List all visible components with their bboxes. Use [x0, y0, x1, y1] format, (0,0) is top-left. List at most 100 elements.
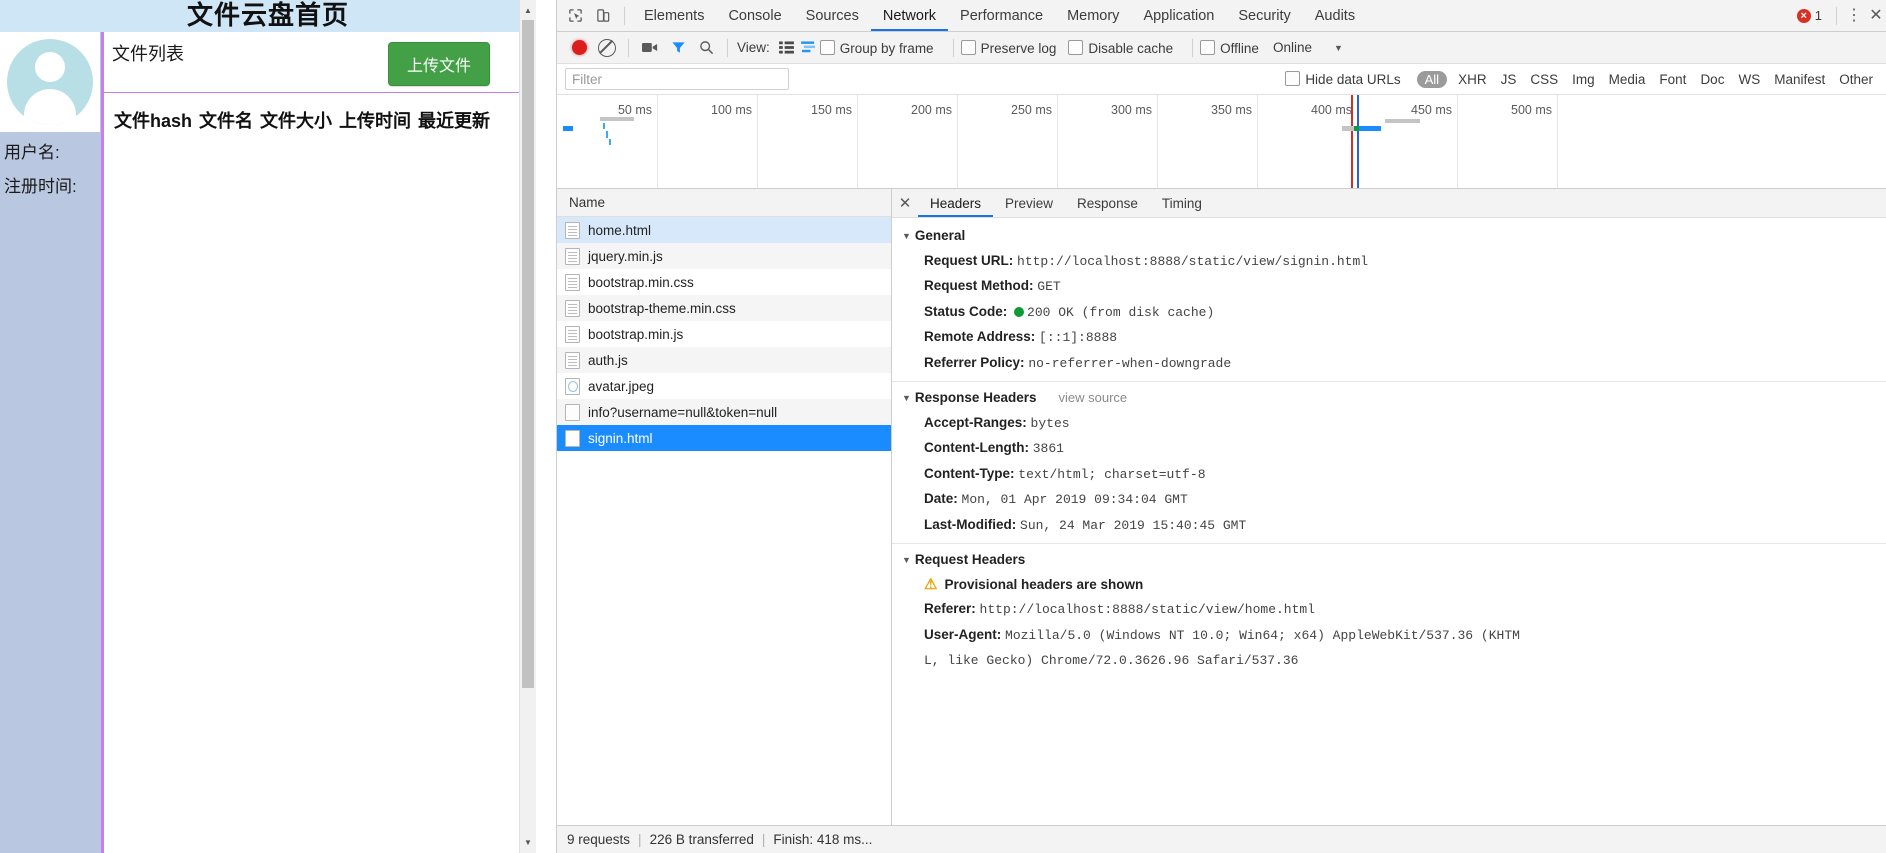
scrollbar-thumb[interactable]: [522, 20, 534, 688]
timeline-tick-100: 100 ms: [711, 103, 752, 117]
checkbox-icon: [960, 39, 976, 55]
chevron-down-icon[interactable]: ▼: [1334, 43, 1343, 53]
table-row[interactable]: avatar.jpeg: [557, 373, 891, 399]
close-icon[interactable]: ✕: [892, 194, 918, 212]
filter-type-all[interactable]: All: [1416, 70, 1448, 88]
warning-icon: ⚠: [924, 575, 938, 593]
filter-type-other[interactable]: Other: [1839, 72, 1873, 87]
detail-tab-timing[interactable]: Timing: [1150, 190, 1214, 217]
file-list-title: 文件列表: [112, 44, 184, 64]
close-devtools-icon[interactable]: ✕: [1865, 7, 1886, 23]
device-toolbar-icon[interactable]: [589, 3, 617, 29]
column-upload-time: 上传时间: [339, 111, 412, 131]
overview-request-mark: [563, 126, 573, 131]
table-row[interactable]: signin.html: [557, 425, 891, 451]
table-row[interactable]: auth.js: [557, 347, 891, 373]
clear-button[interactable]: [593, 35, 621, 61]
table-row[interactable]: bootstrap.min.js: [557, 321, 891, 347]
disable-cache-checkbox[interactable]: Disable cache: [1068, 39, 1174, 56]
page-scrollbar[interactable]: ▲ ▼: [519, 0, 536, 853]
offline-checkbox[interactable]: Offline: [1200, 39, 1259, 56]
timeline-tick-450: 450 ms: [1411, 103, 1452, 117]
filter-type-font[interactable]: Font: [1659, 72, 1686, 87]
filter-type-img[interactable]: Img: [1572, 72, 1595, 87]
response-headers-title: Response Headers: [914, 390, 1037, 405]
request-list-body: home.html jquery.min.js bootstrap.min.cs…: [557, 217, 891, 825]
detail-tab-headers[interactable]: Headers: [918, 190, 993, 217]
tab-security[interactable]: Security: [1226, 1, 1302, 31]
filter-type-js[interactable]: JS: [1501, 72, 1517, 87]
response-headers-section-header[interactable]: ▼ Response Headers view source: [902, 386, 1886, 411]
tab-memory[interactable]: Memory: [1055, 1, 1131, 31]
checkbox-icon: [1285, 71, 1301, 86]
clear-icon: [598, 38, 616, 57]
filter-type-media[interactable]: Media: [1609, 72, 1646, 87]
section-divider: [892, 381, 1886, 382]
filter-type-manifest[interactable]: Manifest: [1774, 72, 1825, 87]
filter-input[interactable]: [565, 68, 789, 90]
header-value: 3861: [1032, 441, 1064, 456]
capture-screenshots-button[interactable]: [636, 35, 664, 61]
header-row: Request URL: http://localhost:8888/stati…: [902, 249, 1886, 275]
timeline-tick-300: 300 ms: [1111, 103, 1152, 117]
header-name: Accept-Ranges:: [924, 414, 1027, 430]
error-badge[interactable]: × 1: [1796, 8, 1822, 23]
table-row[interactable]: bootstrap-theme.min.css: [557, 295, 891, 321]
network-status-bar: 9 requests | 226 B transferred | Finish:…: [557, 825, 1886, 853]
tab-audits[interactable]: Audits: [1303, 1, 1367, 31]
hide-data-urls-checkbox[interactable]: Hide data URLs: [1285, 71, 1401, 87]
header-value: Mozilla/5.0 (Windows NT 10.0; Win64; x64…: [1005, 627, 1520, 643]
inspect-element-icon[interactable]: [561, 3, 589, 29]
view-list-icon[interactable]: [776, 38, 798, 58]
network-overview-timeline[interactable]: 50 ms 100 ms 150 ms 200 ms 250 ms 300 ms…: [557, 95, 1886, 189]
tab-console[interactable]: Console: [716, 1, 793, 31]
request-name: bootstrap.min.js: [588, 326, 684, 342]
request-list-column-header[interactable]: Name: [557, 189, 891, 217]
tab-sources[interactable]: Sources: [794, 1, 871, 31]
header-value: no-referrer-when-downgrade: [1028, 355, 1232, 371]
filter-type-css[interactable]: CSS: [1530, 72, 1558, 87]
request-name: auth.js: [588, 352, 628, 368]
header-name: User-Agent:: [924, 626, 1002, 642]
timeline-tick-50: 50 ms: [617, 103, 652, 117]
scroll-down-arrow-icon[interactable]: ▼: [520, 834, 536, 851]
filter-type-ws[interactable]: WS: [1738, 72, 1760, 87]
table-row[interactable]: info?username=null&token=null: [557, 399, 891, 425]
more-options-icon[interactable]: ⋮: [1843, 7, 1865, 23]
search-button[interactable]: [692, 35, 720, 61]
column-file-size: 文件大小: [260, 111, 333, 131]
disable-cache-label: Disable cache: [1088, 40, 1174, 56]
header-name: Request URL:: [924, 252, 1014, 268]
record-button[interactable]: [565, 35, 593, 61]
general-section-header[interactable]: ▼ General: [902, 224, 1886, 249]
view-source-link[interactable]: view source: [1058, 386, 1127, 411]
triangle-down-icon: ▼: [902, 393, 911, 403]
filter-type-xhr[interactable]: XHR: [1458, 72, 1487, 87]
preserve-log-checkbox[interactable]: Preserve log: [960, 39, 1056, 56]
scroll-up-arrow-icon[interactable]: ▲: [520, 2, 536, 19]
detail-tab-response[interactable]: Response: [1065, 190, 1150, 217]
tab-performance[interactable]: Performance: [948, 1, 1055, 31]
group-by-frame-checkbox[interactable]: Group by frame: [819, 39, 934, 56]
devtools-panel: Elements Console Sources Network Perform…: [556, 0, 1886, 853]
table-row[interactable]: jquery.min.js: [557, 243, 891, 269]
request-headers-section-header[interactable]: ▼ Request Headers: [902, 548, 1886, 573]
tab-elements[interactable]: Elements: [632, 1, 716, 31]
tab-network[interactable]: Network: [871, 1, 948, 31]
view-waterfall-icon[interactable]: [798, 38, 820, 58]
upload-file-button[interactable]: 上传文件: [387, 42, 490, 86]
filter-toggle-button[interactable]: [664, 35, 692, 61]
table-row[interactable]: bootstrap.min.css: [557, 269, 891, 295]
header-row: Content-Type: text/html; charset=utf-8: [902, 462, 1886, 488]
throttling-select[interactable]: Online: [1273, 40, 1312, 55]
tab-application[interactable]: Application: [1131, 1, 1226, 31]
filter-type-doc[interactable]: Doc: [1700, 72, 1724, 87]
detail-tab-preview[interactable]: Preview: [993, 190, 1065, 217]
overview-request-mark: [600, 117, 634, 121]
general-section-title: General: [914, 228, 966, 243]
table-row[interactable]: home.html: [557, 217, 891, 243]
avatar-placeholder-icon: [7, 39, 93, 125]
header-name: Referrer Policy:: [924, 354, 1025, 370]
toolbar-divider: [624, 6, 625, 25]
image-icon: [565, 377, 580, 395]
